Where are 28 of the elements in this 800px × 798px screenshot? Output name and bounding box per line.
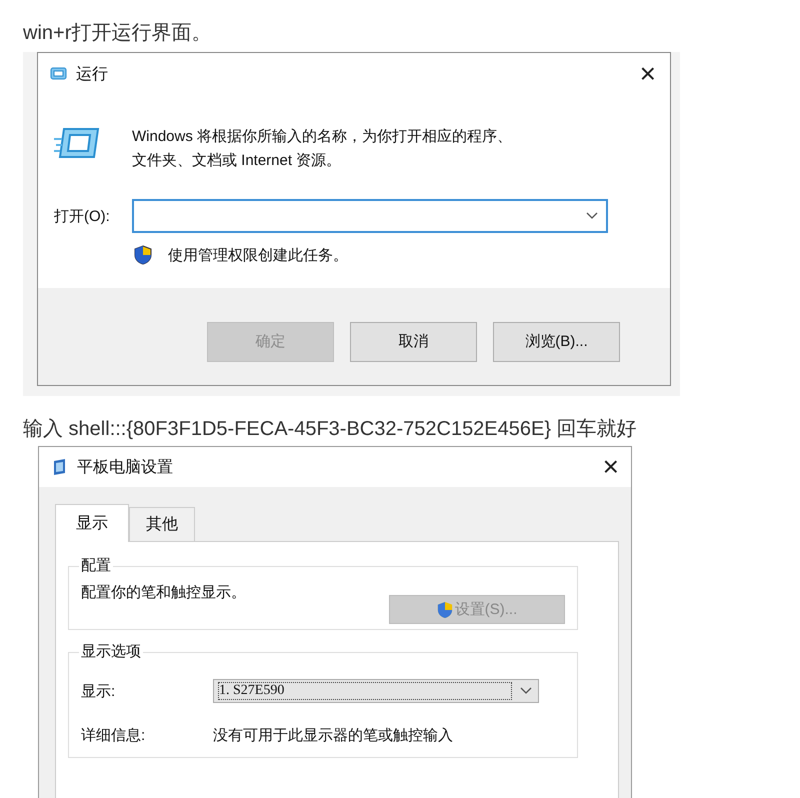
- dialog-button[interactable]: 取消: [350, 322, 477, 362]
- window-title: 平板电脑设置: [77, 458, 174, 478]
- run-icon: [54, 125, 102, 161]
- chevron-down-icon: [520, 687, 532, 695]
- shield-icon: [134, 245, 152, 265]
- dialog-button[interactable]: 浏览(B)...: [493, 322, 620, 362]
- description-text: 文件夹、文档或 Internet 资源。: [132, 151, 342, 171]
- admin-note: 使用管理权限创建此任务。: [168, 246, 348, 264]
- chevron-down-icon: [586, 212, 598, 220]
- close-button[interactable]: ×: [636, 58, 660, 90]
- open-combobox[interactable]: [132, 199, 608, 233]
- description-text: Windows 将根据你所输入的名称，为你打开相应的程序、: [132, 127, 512, 147]
- window-title: 运行: [76, 64, 109, 84]
- tab[interactable]: 其他: [129, 507, 195, 541]
- config-description: 配置你的笔和触控显示。: [81, 583, 246, 602]
- display-label: 显示:: [81, 682, 116, 700]
- shield-icon: [436, 600, 453, 618]
- open-label: 打开(O):: [54, 206, 111, 226]
- tab[interactable]: 显示: [55, 504, 129, 542]
- group-title: 配置: [79, 556, 113, 575]
- intro-text: 输入 shell:::{80F3F1D5-FECA-45F3-BC32-752C152E456E} 回车就好: [23, 417, 638, 442]
- run-icon: [48, 67, 68, 81]
- intro-text: win+r打开运行界面。: [23, 21, 212, 46]
- close-button[interactable]: ×: [598, 451, 623, 483]
- group-title: 显示选项: [79, 642, 143, 661]
- details-label: 详细信息:: [81, 726, 146, 744]
- details-value: 没有可用于此显示器的笔或触控输入: [213, 726, 453, 744]
- display-dropdown[interactable]: 1. S27E590: [213, 679, 539, 703]
